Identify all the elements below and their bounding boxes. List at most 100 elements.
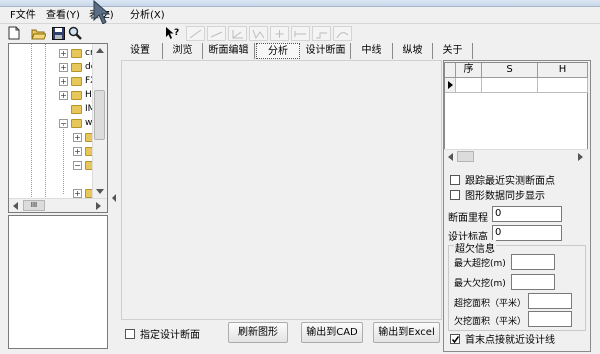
tree-expander[interactable]: + (73, 188, 82, 198)
chainage-input[interactable]: 0 (492, 206, 562, 222)
tree-expander[interactable]: + (59, 76, 68, 86)
new-file-icon[interactable] (6, 25, 22, 41)
design-section-checkbox[interactable] (125, 328, 135, 339)
snap-checkbox[interactable] (450, 333, 460, 344)
tree-connector (31, 44, 32, 199)
design-section-checkbox-label: 指定设计断面 (140, 330, 200, 341)
tree-expander[interactable]: − (73, 160, 82, 170)
tree-expander[interactable]: + (73, 132, 82, 142)
refresh-graph-button[interactable]: 刷新图形 (228, 322, 288, 343)
svg-text:?: ? (174, 28, 179, 38)
snap-checkbox-label: 首末点接就近设计线 (465, 335, 555, 346)
tab-browse[interactable]: 浏览 (163, 43, 203, 59)
design-section-checkbox-row[interactable]: 指定设计断面 (125, 326, 200, 341)
max-under-input[interactable] (511, 274, 555, 290)
checkmark-icon (451, 335, 460, 343)
tool-corner-icon[interactable] (228, 26, 247, 41)
tree-expander[interactable]: + (73, 146, 82, 156)
scroll-up-arrow-icon[interactable] (96, 48, 104, 53)
track-checkbox-label: 跟踪最近实测断面点 (465, 176, 555, 187)
over-area-input[interactable] (528, 293, 572, 309)
tree-node[interactable]: + cr (59, 46, 94, 60)
max-over-input[interactable] (511, 254, 555, 270)
sync-checkbox-row[interactable]: 图形数据同步显示 (450, 187, 545, 202)
tab-settings[interactable]: 设置 (118, 43, 163, 59)
grid-header-s[interactable]: S (482, 63, 538, 78)
tree-expander[interactable]: + (59, 62, 68, 72)
tool-point-icon[interactable] (270, 26, 289, 41)
tool-flat-icon[interactable] (291, 26, 310, 41)
scroll-left-arrow-icon[interactable] (448, 153, 453, 161)
sync-checkbox[interactable] (450, 189, 460, 200)
tab-centerline[interactable]: 中线 (351, 43, 393, 59)
sync-checkbox-label: 图形数据同步显示 (465, 191, 545, 202)
scroll-down-arrow-icon[interactable] (96, 189, 104, 194)
tree-connector (45, 44, 46, 199)
snap-checkbox-row[interactable]: 首末点接就近设计线 (450, 331, 555, 346)
save-disk-icon[interactable] (50, 25, 66, 41)
search-zoom-icon[interactable] (67, 25, 83, 41)
collapse-left-arrow-icon[interactable] (112, 194, 116, 202)
tree-vertical-scrollbar[interactable] (92, 44, 107, 198)
analysis-canvas[interactable] (121, 60, 442, 320)
grid-header-index[interactable]: 序 (456, 63, 482, 78)
grid-row-indicator (445, 78, 456, 93)
folder-icon (71, 62, 82, 72)
tree-node[interactable]: − wi (59, 116, 95, 130)
chainage-label: 断面里程 (448, 213, 488, 224)
scroll-thumb[interactable]: III (23, 200, 45, 211)
track-checkbox-row[interactable]: 跟踪最近实测断面点 (450, 172, 555, 187)
grid-cell[interactable] (456, 78, 482, 93)
grid-header-h[interactable]: H (538, 63, 588, 78)
scroll-left-arrow-icon[interactable] (13, 202, 18, 210)
max-over-label: 最大超挖(m) (454, 259, 506, 269)
folder-icon (71, 48, 82, 58)
grid-cell[interactable] (538, 78, 588, 93)
help-pointer-icon[interactable]: ? (165, 25, 181, 41)
over-under-group-title: 超欠信息 (454, 240, 496, 255)
tool-step-icon[interactable] (312, 26, 331, 41)
menu-file[interactable]: F文件 (10, 9, 36, 22)
current-row-arrow-icon (448, 81, 453, 89)
title-bar (0, 0, 600, 7)
tree-expander[interactable]: + (59, 48, 68, 58)
max-under-label: 最大欠挖(m) (454, 279, 506, 289)
tab-section-edit[interactable]: 断面编辑 (203, 43, 255, 59)
tool-curve-icon[interactable] (333, 26, 352, 41)
menu-view[interactable]: 查看(Y) (46, 9, 80, 22)
tree-node[interactable]: + dc (59, 60, 96, 74)
over-area-label: 超挖面积（平米） (454, 299, 527, 309)
panel-splitter[interactable] (111, 43, 118, 351)
tree-expander[interactable]: + (59, 90, 68, 100)
menu-analysis[interactable]: 分析(X) (130, 9, 165, 22)
export-cad-button[interactable]: 输出到CAD (301, 322, 363, 343)
tab-about[interactable]: 关于 (433, 43, 473, 59)
tool-line-icon[interactable] (186, 26, 205, 41)
canvas-bottom-bar: 指定设计断面 刷新图形 输出到CAD 输出到Excel (121, 320, 442, 352)
tab-design-section[interactable]: 设计断面 (301, 43, 351, 59)
scroll-right-arrow-icon[interactable] (96, 202, 101, 210)
grid-corner (445, 63, 456, 78)
scroll-thumb[interactable] (94, 90, 105, 140)
tree-node[interactable]: + FX (59, 74, 96, 88)
toolbar: ? (0, 24, 600, 42)
grid-cell[interactable] (482, 78, 538, 93)
tab-grade[interactable]: 纵坡 (393, 43, 433, 59)
tree-connector (63, 124, 64, 194)
tree-node[interactable]: + HI (59, 88, 94, 102)
design-elevation-input[interactable]: 0 (492, 225, 562, 241)
data-grid[interactable]: 序 S H (444, 62, 588, 162)
grid-horizontal-scrollbar[interactable] (444, 149, 588, 163)
tab-analysis[interactable]: 分析 (256, 43, 300, 59)
under-area-input[interactable] (528, 311, 572, 327)
tool-polyline-icon[interactable] (249, 26, 268, 41)
mouse-cursor-icon (93, 0, 111, 25)
folder-icon (71, 90, 82, 100)
scroll-thumb[interactable] (457, 151, 474, 162)
export-excel-button[interactable]: 输出到Excel (373, 322, 440, 343)
track-checkbox[interactable] (450, 174, 460, 185)
tree-horizontal-scrollbar[interactable]: III (9, 198, 107, 212)
open-folder-icon[interactable] (30, 25, 46, 41)
tool-slope-icon[interactable] (207, 26, 226, 41)
scroll-right-arrow-icon[interactable] (578, 153, 583, 161)
